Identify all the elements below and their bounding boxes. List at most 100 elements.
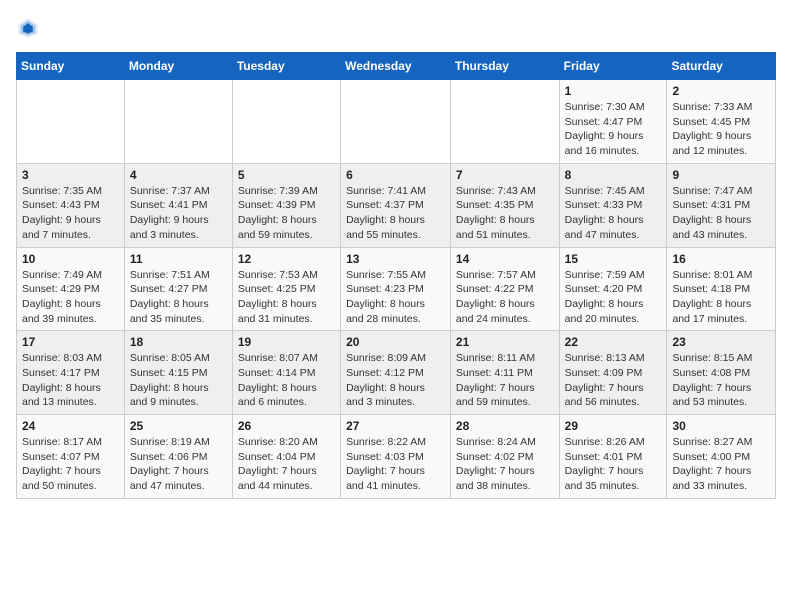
day-info: Sunrise: 8:07 AM Sunset: 4:14 PM Dayligh… bbox=[238, 351, 335, 410]
day-info: Sunrise: 7:51 AM Sunset: 4:27 PM Dayligh… bbox=[130, 268, 227, 327]
day-number: 29 bbox=[565, 419, 662, 433]
calendar-cell: 1 Sunrise: 7:30 AM Sunset: 4:47 PM Daylig… bbox=[559, 80, 667, 164]
calendar-cell: 30 Sunrise: 8:27 AM Sunset: 4:00 PM Dayli… bbox=[667, 415, 776, 499]
day-number: 9 bbox=[672, 168, 770, 182]
day-number: 21 bbox=[456, 335, 554, 349]
day-info: Sunrise: 7:37 AM Sunset: 4:41 PM Dayligh… bbox=[130, 184, 227, 243]
calendar-header-wednesday: Wednesday bbox=[341, 53, 451, 80]
calendar-cell: 28 Sunrise: 8:24 AM Sunset: 4:02 PM Dayli… bbox=[450, 415, 559, 499]
day-number: 7 bbox=[456, 168, 554, 182]
calendar-cell: 4 Sunrise: 7:37 AM Sunset: 4:41 PM Daylig… bbox=[124, 163, 232, 247]
calendar-week-row: 24Sunrise: 8:17 AM Sunset: 4:07 PM Dayli… bbox=[17, 415, 776, 499]
calendar-cell: 25Sunrise: 8:19 AM Sunset: 4:06 PM Dayli… bbox=[124, 415, 232, 499]
day-info: Sunrise: 8:20 AM Sunset: 4:04 PM Dayligh… bbox=[238, 435, 335, 494]
day-number: 4 bbox=[130, 168, 227, 182]
calendar-week-row: 17 Sunrise: 8:03 AM Sunset: 4:17 PM Dayli… bbox=[17, 331, 776, 415]
calendar-cell: 15 Sunrise: 7:59 AM Sunset: 4:20 PM Dayli… bbox=[559, 247, 667, 331]
calendar-table: SundayMondayTuesdayWednesdayThursdayFrid… bbox=[16, 52, 776, 499]
day-info: Sunrise: 7:47 AM Sunset: 4:31 PM Dayligh… bbox=[672, 184, 770, 243]
page-header bbox=[16, 16, 776, 40]
day-info: Sunrise: 7:53 AM Sunset: 4:25 PM Dayligh… bbox=[238, 268, 335, 327]
day-info: Sunrise: 8:01 AM Sunset: 4:18 PM Dayligh… bbox=[672, 268, 770, 327]
calendar-cell: 3 Sunrise: 7:35 AM Sunset: 4:43 PM Daylig… bbox=[17, 163, 125, 247]
calendar-header-tuesday: Tuesday bbox=[232, 53, 340, 80]
day-info: Sunrise: 8:22 AM Sunset: 4:03 PM Dayligh… bbox=[346, 435, 445, 494]
calendar-header-monday: Monday bbox=[124, 53, 232, 80]
day-number: 8 bbox=[565, 168, 662, 182]
calendar-cell: 27 Sunrise: 8:22 AM Sunset: 4:03 PM Dayli… bbox=[341, 415, 451, 499]
day-number: 25 bbox=[130, 419, 227, 433]
day-number: 17 bbox=[22, 335, 119, 349]
calendar-cell: 10 Sunrise: 7:49 AM Sunset: 4:29 PM Dayli… bbox=[17, 247, 125, 331]
day-number: 16 bbox=[672, 252, 770, 266]
calendar-cell: 7 Sunrise: 7:43 AM Sunset: 4:35 PM Daylig… bbox=[450, 163, 559, 247]
day-number: 30 bbox=[672, 419, 770, 433]
calendar-cell: 16 Sunrise: 8:01 AM Sunset: 4:18 PM Dayli… bbox=[667, 247, 776, 331]
calendar-cell bbox=[450, 80, 559, 164]
day-info: Sunrise: 7:39 AM Sunset: 4:39 PM Dayligh… bbox=[238, 184, 335, 243]
day-info: Sunrise: 8:24 AM Sunset: 4:02 PM Dayligh… bbox=[456, 435, 554, 494]
day-info: Sunrise: 7:43 AM Sunset: 4:35 PM Dayligh… bbox=[456, 184, 554, 243]
day-number: 13 bbox=[346, 252, 445, 266]
calendar-cell bbox=[17, 80, 125, 164]
day-info: Sunrise: 7:49 AM Sunset: 4:29 PM Dayligh… bbox=[22, 268, 119, 327]
calendar-cell: 20 Sunrise: 8:09 AM Sunset: 4:12 PM Dayli… bbox=[341, 331, 451, 415]
day-number: 3 bbox=[22, 168, 119, 182]
day-number: 10 bbox=[22, 252, 119, 266]
calendar-cell: 12 Sunrise: 7:53 AM Sunset: 4:25 PM Dayli… bbox=[232, 247, 340, 331]
day-number: 22 bbox=[565, 335, 662, 349]
calendar-cell: 2 Sunrise: 7:33 AM Sunset: 4:45 PM Daylig… bbox=[667, 80, 776, 164]
calendar-cell bbox=[124, 80, 232, 164]
day-info: Sunrise: 7:33 AM Sunset: 4:45 PM Dayligh… bbox=[672, 100, 770, 159]
day-number: 11 bbox=[130, 252, 227, 266]
logo-icon bbox=[16, 16, 40, 40]
day-info: Sunrise: 8:13 AM Sunset: 4:09 PM Dayligh… bbox=[565, 351, 662, 410]
calendar-cell: 23 Sunrise: 8:15 AM Sunset: 4:08 PM Dayli… bbox=[667, 331, 776, 415]
day-number: 18 bbox=[130, 335, 227, 349]
day-info: Sunrise: 8:11 AM Sunset: 4:11 PM Dayligh… bbox=[456, 351, 554, 410]
calendar-cell: 24Sunrise: 8:17 AM Sunset: 4:07 PM Dayli… bbox=[17, 415, 125, 499]
calendar-header-friday: Friday bbox=[559, 53, 667, 80]
day-number: 26 bbox=[238, 419, 335, 433]
calendar-cell: 17 Sunrise: 8:03 AM Sunset: 4:17 PM Dayli… bbox=[17, 331, 125, 415]
calendar-cell: 6 Sunrise: 7:41 AM Sunset: 4:37 PM Daylig… bbox=[341, 163, 451, 247]
day-info: Sunrise: 7:55 AM Sunset: 4:23 PM Dayligh… bbox=[346, 268, 445, 327]
day-number: 1 bbox=[565, 84, 662, 98]
day-number: 15 bbox=[565, 252, 662, 266]
day-number: 27 bbox=[346, 419, 445, 433]
calendar-header-thursday: Thursday bbox=[450, 53, 559, 80]
day-info: Sunrise: 7:59 AM Sunset: 4:20 PM Dayligh… bbox=[565, 268, 662, 327]
day-number: 5 bbox=[238, 168, 335, 182]
calendar-cell: 8 Sunrise: 7:45 AM Sunset: 4:33 PM Daylig… bbox=[559, 163, 667, 247]
calendar-cell: 13 Sunrise: 7:55 AM Sunset: 4:23 PM Dayli… bbox=[341, 247, 451, 331]
calendar-cell: 22 Sunrise: 8:13 AM Sunset: 4:09 PM Dayli… bbox=[559, 331, 667, 415]
calendar-cell: 18Sunrise: 8:05 AM Sunset: 4:15 PM Dayli… bbox=[124, 331, 232, 415]
day-info: Sunrise: 7:30 AM Sunset: 4:47 PM Dayligh… bbox=[565, 100, 662, 159]
calendar-cell: 11 Sunrise: 7:51 AM Sunset: 4:27 PM Dayli… bbox=[124, 247, 232, 331]
day-info: Sunrise: 8:27 AM Sunset: 4:00 PM Dayligh… bbox=[672, 435, 770, 494]
day-number: 20 bbox=[346, 335, 445, 349]
calendar-cell: 21 Sunrise: 8:11 AM Sunset: 4:11 PM Dayli… bbox=[450, 331, 559, 415]
calendar-cell: 19Sunrise: 8:07 AM Sunset: 4:14 PM Dayli… bbox=[232, 331, 340, 415]
calendar-week-row: 3 Sunrise: 7:35 AM Sunset: 4:43 PM Daylig… bbox=[17, 163, 776, 247]
calendar-cell: 14 Sunrise: 7:57 AM Sunset: 4:22 PM Dayli… bbox=[450, 247, 559, 331]
day-number: 14 bbox=[456, 252, 554, 266]
day-info: Sunrise: 7:35 AM Sunset: 4:43 PM Dayligh… bbox=[22, 184, 119, 243]
day-number: 6 bbox=[346, 168, 445, 182]
day-info: Sunrise: 7:57 AM Sunset: 4:22 PM Dayligh… bbox=[456, 268, 554, 327]
calendar-week-row: 1 Sunrise: 7:30 AM Sunset: 4:47 PM Daylig… bbox=[17, 80, 776, 164]
day-info: Sunrise: 8:15 AM Sunset: 4:08 PM Dayligh… bbox=[672, 351, 770, 410]
day-info: Sunrise: 8:09 AM Sunset: 4:12 PM Dayligh… bbox=[346, 351, 445, 410]
day-number: 12 bbox=[238, 252, 335, 266]
logo bbox=[16, 16, 44, 40]
day-number: 24 bbox=[22, 419, 119, 433]
day-info: Sunrise: 7:41 AM Sunset: 4:37 PM Dayligh… bbox=[346, 184, 445, 243]
day-number: 23 bbox=[672, 335, 770, 349]
calendar-cell: 9 Sunrise: 7:47 AM Sunset: 4:31 PM Daylig… bbox=[667, 163, 776, 247]
day-info: Sunrise: 8:03 AM Sunset: 4:17 PM Dayligh… bbox=[22, 351, 119, 410]
day-info: Sunrise: 8:26 AM Sunset: 4:01 PM Dayligh… bbox=[565, 435, 662, 494]
calendar-cell: 26 Sunrise: 8:20 AM Sunset: 4:04 PM Dayli… bbox=[232, 415, 340, 499]
day-number: 2 bbox=[672, 84, 770, 98]
day-info: Sunrise: 7:45 AM Sunset: 4:33 PM Dayligh… bbox=[565, 184, 662, 243]
day-number: 28 bbox=[456, 419, 554, 433]
